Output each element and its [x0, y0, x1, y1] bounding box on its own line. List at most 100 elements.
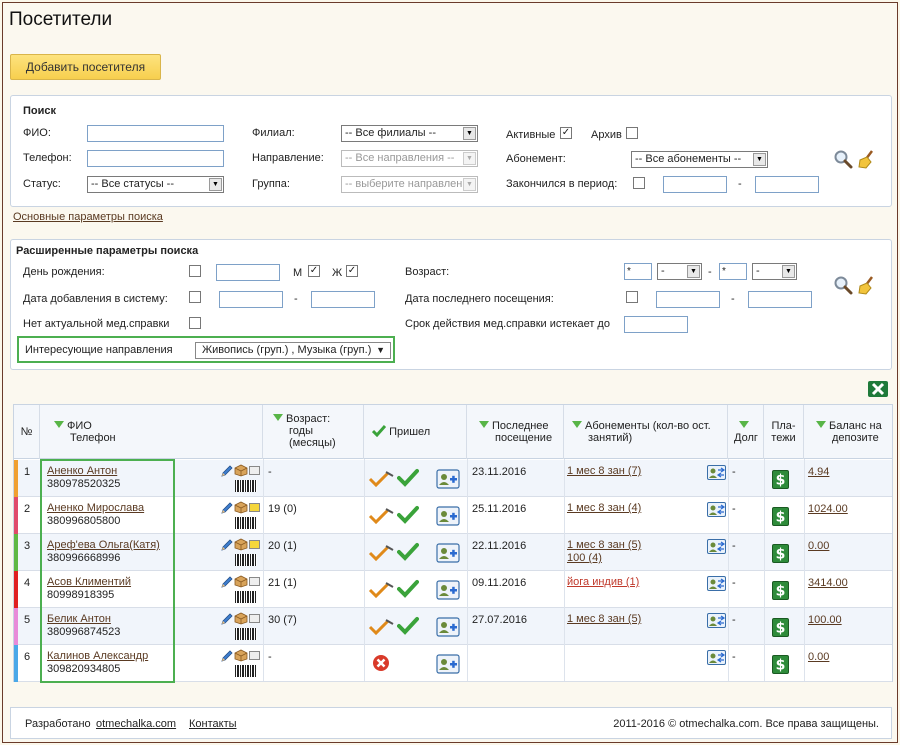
fio-input[interactable] — [87, 125, 224, 142]
subscription-manage-icon[interactable] — [707, 502, 726, 517]
payments-dollar-icon[interactable]: $ — [772, 581, 789, 600]
package-icon[interactable] — [234, 463, 248, 477]
payments-dollar-icon[interactable]: $ — [772, 655, 789, 674]
subscription-link[interactable]: 1 мес 8 зан (5) — [567, 613, 641, 625]
birthday-input[interactable] — [216, 264, 280, 281]
add-subscription-icon[interactable] — [436, 654, 460, 674]
added-from-input[interactable] — [219, 291, 283, 308]
balance-link[interactable]: 0.00 — [808, 651, 829, 663]
subscription-link[interactable]: 100 (4) — [567, 552, 602, 564]
note-icon[interactable] — [249, 614, 260, 623]
balance-link[interactable]: 0.00 — [808, 540, 829, 552]
edit-pencil-icon[interactable] — [220, 464, 234, 478]
interests-select[interactable]: Живопись (груп.) , Музыка (груп.) ▼ — [195, 342, 391, 359]
mark-visit-check-icon[interactable] — [397, 505, 419, 525]
mark-visit-pen-check-icon[interactable] — [368, 618, 394, 636]
subscription-manage-icon[interactable] — [707, 650, 726, 665]
magnifier-icon[interactable] — [833, 275, 853, 295]
last-visit-checkbox[interactable] — [626, 291, 638, 303]
subscription-link[interactable]: йога индив (1) — [567, 576, 639, 588]
barcode-icon[interactable] — [235, 517, 257, 529]
col-last-visit-header[interactable]: Последнее посещение — [467, 405, 564, 459]
added-to-input[interactable] — [311, 291, 375, 308]
mark-visit-check-icon[interactable] — [397, 542, 419, 562]
mark-visit-check-icon[interactable] — [397, 579, 419, 599]
add-visitor-button[interactable]: Добавить посетителя — [10, 54, 161, 80]
age-to-unit-select[interactable]: - ▼ — [752, 263, 797, 280]
female-checkbox[interactable]: ✓ — [346, 265, 358, 277]
edit-pencil-icon[interactable] — [220, 649, 234, 663]
add-subscription-icon[interactable] — [436, 580, 460, 600]
package-icon[interactable] — [234, 500, 248, 514]
note-icon[interactable] — [249, 651, 260, 660]
mark-visit-pen-check-icon[interactable] — [368, 470, 394, 488]
balance-link[interactable]: 4.94 — [808, 466, 829, 478]
age-from-unit-select[interactable]: - ▼ — [657, 263, 702, 280]
contacts-link[interactable]: Контакты — [189, 718, 237, 730]
note-icon[interactable] — [249, 540, 260, 549]
age-from-input[interactable]: * — [624, 263, 652, 280]
col-name-header[interactable]: ФИО Телефон — [40, 405, 263, 459]
subscription-manage-icon[interactable] — [707, 613, 726, 628]
direction-select[interactable]: -- Все направления -- ▼ — [341, 150, 478, 167]
subscription-link[interactable]: 1 мес 8 зан (7) — [567, 465, 641, 477]
edit-pencil-icon[interactable] — [220, 575, 234, 589]
note-icon[interactable] — [249, 577, 260, 586]
barcode-icon[interactable] — [235, 665, 257, 677]
phone-input[interactable] — [87, 150, 224, 167]
archive-checkbox[interactable] — [626, 127, 638, 139]
edit-pencil-icon[interactable] — [220, 501, 234, 515]
payments-dollar-icon[interactable]: $ — [772, 618, 789, 637]
add-subscription-icon[interactable] — [436, 506, 460, 526]
subscription-link[interactable]: 1 мес 8 зан (4) — [567, 502, 641, 514]
subscription-link[interactable]: 1 мес 8 зан (5) — [567, 539, 641, 551]
mark-visit-pen-check-icon[interactable] — [368, 507, 394, 525]
payments-dollar-icon[interactable]: $ — [772, 470, 789, 489]
magnifier-icon[interactable] — [833, 149, 853, 169]
subscription-manage-icon[interactable] — [707, 539, 726, 554]
last-visit-from-input[interactable] — [656, 291, 720, 308]
balance-link[interactable]: 100.00 — [808, 614, 842, 626]
package-icon[interactable] — [234, 537, 248, 551]
add-subscription-icon[interactable] — [436, 617, 460, 637]
broom-icon[interactable] — [857, 149, 877, 169]
broom-icon[interactable] — [857, 275, 877, 295]
barcode-icon[interactable] — [235, 480, 257, 492]
balance-link[interactable]: 3414.00 — [808, 577, 848, 589]
ended-checkbox[interactable] — [633, 177, 645, 189]
no-med-checkbox[interactable] — [189, 317, 201, 329]
branch-select[interactable]: -- Все филиалы -- ▼ — [341, 125, 478, 142]
group-select[interactable]: -- выберите направление -- ▼ — [341, 176, 478, 193]
payments-dollar-icon[interactable]: $ — [772, 507, 789, 526]
site-link[interactable]: otmechalka.com — [96, 718, 176, 730]
ended-from-input[interactable] — [663, 176, 727, 193]
barcode-icon[interactable] — [235, 591, 257, 603]
note-icon[interactable] — [249, 503, 260, 512]
last-visit-to-input[interactable] — [748, 291, 812, 308]
excel-export-icon[interactable] — [867, 379, 889, 399]
ended-to-input[interactable] — [755, 176, 819, 193]
mark-visit-pen-check-icon[interactable] — [368, 581, 394, 599]
add-subscription-icon[interactable] — [436, 543, 460, 563]
male-checkbox[interactable]: ✓ — [308, 265, 320, 277]
note-icon[interactable] — [249, 466, 260, 475]
active-checkbox[interactable]: ✓ — [560, 127, 572, 139]
edit-pencil-icon[interactable] — [220, 612, 234, 626]
added-checkbox[interactable] — [189, 291, 201, 303]
cancel-visit-icon[interactable] — [372, 654, 390, 672]
med-expire-input[interactable] — [624, 316, 688, 333]
status-select[interactable]: -- Все статусы -- ▼ — [87, 176, 224, 193]
col-subs-header[interactable]: Абонементы (кол-во ост. занятий) — [564, 405, 728, 459]
add-subscription-icon[interactable] — [436, 469, 460, 489]
col-balance-header[interactable]: Баланс на депозите — [804, 405, 892, 459]
mark-visit-check-icon[interactable] — [397, 468, 419, 488]
subscription-manage-icon[interactable] — [707, 576, 726, 591]
package-icon[interactable] — [234, 648, 248, 662]
payments-dollar-icon[interactable]: $ — [772, 544, 789, 563]
package-icon[interactable] — [234, 611, 248, 625]
barcode-icon[interactable] — [235, 554, 257, 566]
subscription-manage-icon[interactable] — [707, 465, 726, 480]
balance-link[interactable]: 1024.00 — [808, 503, 848, 515]
subscription-select[interactable]: -- Все абонементы -- ▼ — [631, 151, 768, 168]
mark-visit-pen-check-icon[interactable] — [368, 544, 394, 562]
